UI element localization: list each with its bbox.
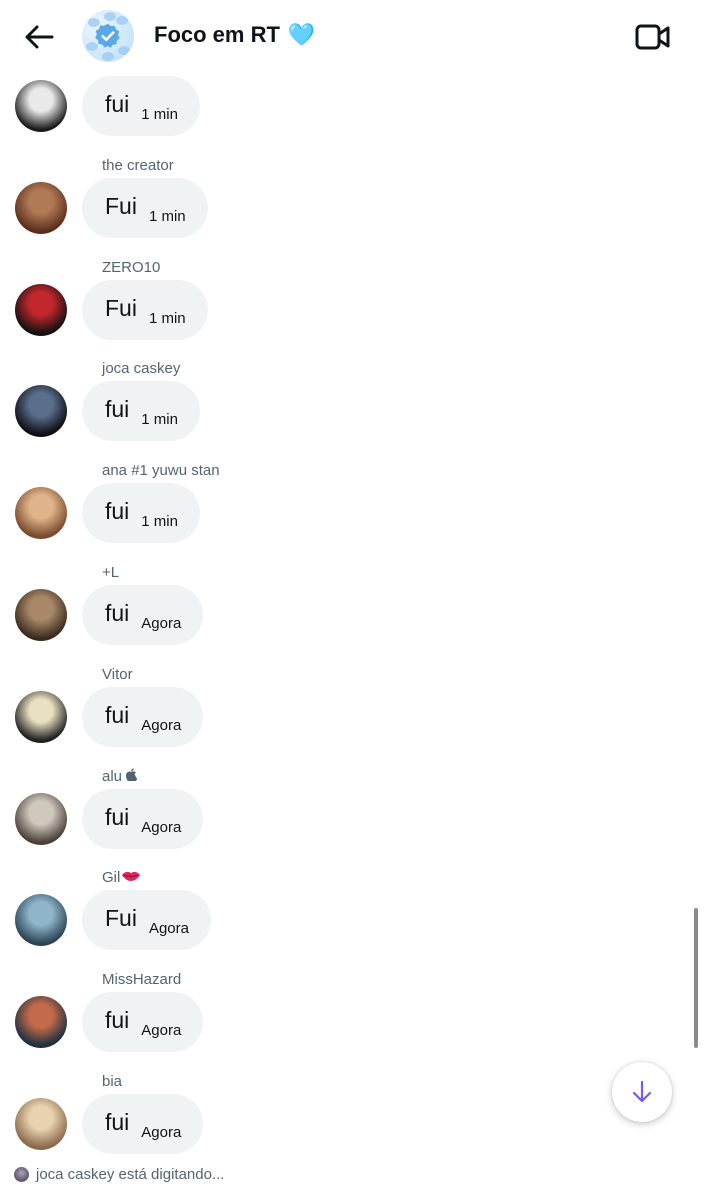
avatar[interactable] [15,589,67,641]
video-call-button[interactable] [635,20,671,54]
message-text: fui [105,701,130,728]
group-avatar[interactable] [82,10,134,62]
message-bubble[interactable]: fui Agora [82,1094,204,1154]
message-bubble[interactable]: fui 1 min [82,381,200,441]
avatar[interactable] [15,284,67,336]
avatar[interactable] [15,793,67,845]
conversation-title[interactable]: Foco em RT 🩵 [154,22,315,48]
sender-name: +L [102,564,120,581]
message-timestamp: Agora [141,1123,182,1141]
avatar[interactable] [15,80,67,132]
message-text: Fui [105,294,137,321]
avatar[interactable] [15,182,67,234]
verified-badge-icon [95,23,120,48]
message-timestamp: Agora [141,818,182,836]
avatar[interactable] [15,385,67,437]
sender-name: MissHazard [102,971,182,988]
message-timestamp: Agora [141,614,182,632]
avatar[interactable] [15,996,67,1048]
message-timestamp: 1 min [141,105,178,123]
scroll-to-bottom-button[interactable] [612,1062,672,1122]
message-bubble[interactable]: Fui Agora [82,890,211,950]
message-bubble[interactable]: fui Agora [82,687,204,747]
avatar[interactable] [15,691,67,743]
typing-indicator: joca caskey está digitando... [14,1166,224,1183]
sender-name: ZERO10 [102,259,161,276]
message-text: fui [105,1006,130,1033]
apple-icon [126,768,138,786]
message-text: fui [105,90,130,117]
avatar[interactable] [15,1098,67,1150]
message-text: Fui [105,192,137,219]
avatar[interactable] [15,487,67,539]
message-bubble[interactable]: fui Agora [82,789,204,849]
message-timestamp: 1 min [141,410,178,428]
message-bubble[interactable]: fui 1 min [82,76,200,136]
conversation-header: Foco em RT 🩵 [0,0,705,72]
message-bubble[interactable]: fui Agora [82,992,204,1052]
message-bubble[interactable]: Fui 1 min [82,178,208,238]
message-text: fui [105,803,130,830]
avatar[interactable] [15,894,67,946]
sender-name: ana #1 yuwu stan [102,462,220,479]
conversation-title-text: Foco em RT [154,22,280,47]
sender-name: joca caskey [102,360,181,377]
video-camera-icon [635,24,670,50]
arrow-left-icon [25,25,54,49]
arrow-down-icon [632,1080,652,1103]
message-timestamp: Agora [148,919,189,937]
message-timestamp: Agora [141,1021,182,1039]
typing-user-avatar [14,1167,29,1182]
message-timestamp: 1 min [148,309,186,327]
message-timestamp: 1 min [141,512,178,530]
message-bubble[interactable]: Fui 1 min [82,280,208,340]
back-button[interactable] [22,20,56,54]
sender-name: alu [102,768,138,786]
message-text: Fui [105,904,137,931]
blue-heart-icon: 🩵 [287,22,316,47]
sender-name: bia [102,1073,123,1090]
message-timestamp: Agora [141,716,182,734]
typing-indicator-text: joca caskey está digitando... [36,1166,225,1183]
sender-name: Gil [102,869,141,887]
message-text: fui [105,395,130,422]
lips-icon [121,869,141,887]
message-timestamp: 1 min [148,207,186,225]
scrollbar-thumb[interactable] [694,908,698,1048]
message-bubble[interactable]: fui Agora [82,585,204,645]
message-text: fui [105,599,130,626]
sender-name: Vitor [102,666,133,683]
message-bubble[interactable]: fui 1 min [82,483,200,543]
sender-name: the creator [102,157,174,174]
message-text: fui [105,497,130,524]
message-text: fui [105,1108,130,1135]
